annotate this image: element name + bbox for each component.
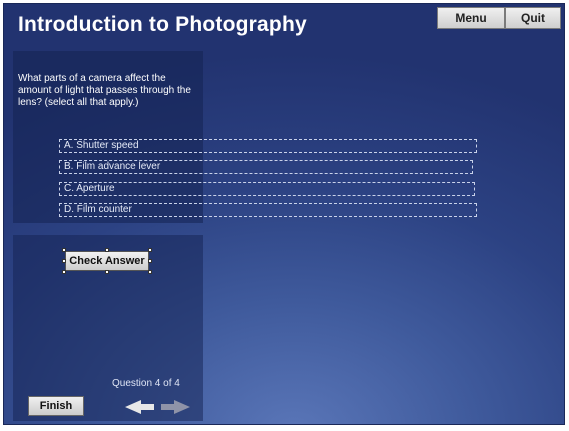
resize-handle[interactable] xyxy=(148,270,152,274)
resize-handle[interactable] xyxy=(148,259,152,263)
resize-handle[interactable] xyxy=(62,259,66,263)
question-text: What parts of a camera affect the amount… xyxy=(18,73,191,108)
page-title: Introduction to Photography xyxy=(18,13,307,36)
resize-handle[interactable] xyxy=(62,248,66,252)
option-b[interactable]: B. Film advance lever xyxy=(59,160,473,174)
menu-button[interactable]: Menu xyxy=(437,7,505,29)
option-label: Shutter speed xyxy=(76,140,139,151)
option-d[interactable]: D. Film counter xyxy=(59,203,477,217)
back-arrow-icon[interactable] xyxy=(125,398,155,416)
question-counter: Question 4 of 4 xyxy=(112,378,180,389)
check-answer-button[interactable]: Check Answer xyxy=(65,251,149,271)
resize-handle[interactable] xyxy=(105,270,109,274)
resize-handle[interactable] xyxy=(148,248,152,252)
resize-handle[interactable] xyxy=(62,270,66,274)
finish-button[interactable]: Finish xyxy=(28,396,84,416)
resize-handle[interactable] xyxy=(105,248,109,252)
option-label: Film counter xyxy=(76,204,132,215)
option-letter: C. xyxy=(64,183,74,194)
forward-arrow-icon[interactable] xyxy=(160,398,190,416)
option-letter: D. xyxy=(64,204,74,215)
check-answer-selection: Check Answer xyxy=(62,248,152,274)
option-letter: B. xyxy=(64,161,74,172)
option-c[interactable]: C. Aperture xyxy=(59,182,475,196)
option-label: Aperture xyxy=(76,183,115,194)
option-a[interactable]: A. Shutter speed xyxy=(59,139,477,153)
option-label: Film advance lever xyxy=(76,161,161,172)
option-letter: A. xyxy=(64,140,74,151)
quit-button[interactable]: Quit xyxy=(505,7,561,29)
